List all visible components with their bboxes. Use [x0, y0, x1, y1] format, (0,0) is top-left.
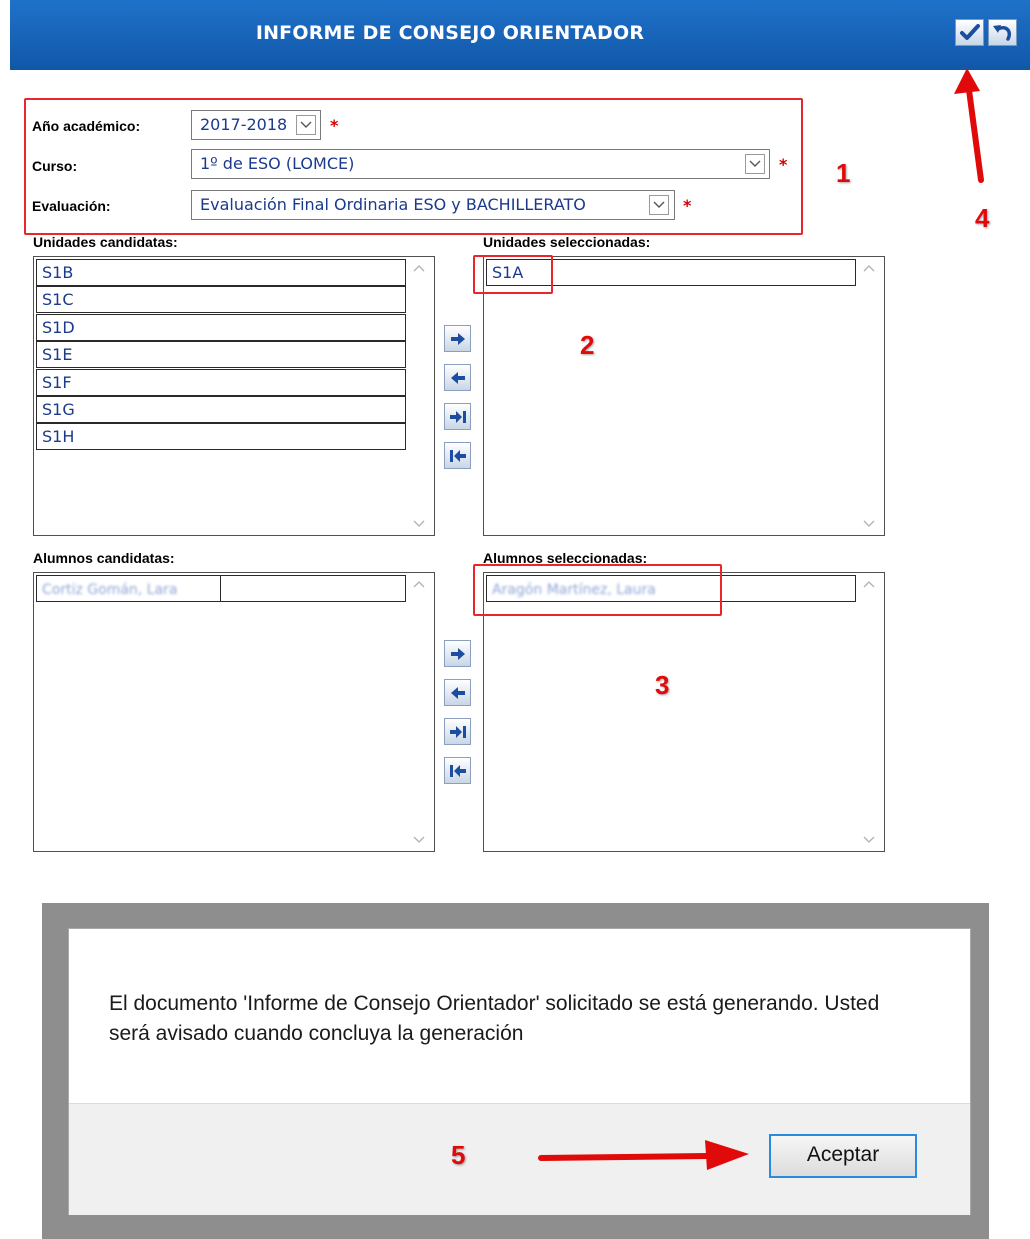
move-all-left-icon	[449, 764, 466, 777]
scrollbar[interactable]	[405, 574, 433, 850]
arrow-left-icon	[450, 371, 465, 384]
add-unit-button[interactable]	[444, 325, 471, 352]
remove-all-units-button[interactable]	[444, 442, 471, 469]
undo-icon	[992, 24, 1011, 41]
dialog: El documento 'Informe de Consejo Orienta…	[68, 928, 971, 1215]
list-item[interactable]: S1D	[36, 313, 406, 341]
units-selected-list[interactable]: S1A	[483, 256, 885, 536]
chevron-up-icon	[863, 581, 875, 588]
annotation-arrow	[538, 1140, 749, 1170]
chevron-down-icon	[413, 520, 425, 527]
accept-button[interactable]: Aceptar	[769, 1134, 917, 1178]
student-name: Cortiz Gomán, Lara	[42, 582, 178, 598]
annotation-4: 4	[975, 203, 990, 233]
list-item[interactable]: S1B	[36, 259, 406, 286]
annotation-3: 3	[655, 670, 670, 700]
add-all-units-button[interactable]	[444, 403, 471, 430]
units-selected-label: Unidades seleccionadas:	[483, 234, 651, 250]
annotation-1: 1	[836, 158, 851, 188]
scrollbar[interactable]	[855, 258, 883, 534]
chevron-up-icon	[863, 265, 875, 272]
list-item[interactable]: S1H	[36, 423, 406, 451]
list-item-border	[221, 575, 406, 602]
accept-check-button[interactable]	[955, 19, 984, 46]
chevron-down-icon	[863, 836, 875, 843]
highlight-box-selected-student	[473, 564, 722, 616]
chevron-down-icon	[863, 520, 875, 527]
annotation-5: 5	[451, 1140, 466, 1170]
dialog-footer: 5 Aceptar	[69, 1103, 970, 1215]
students-candidates-list[interactable]: Cortiz Gomán, Lara	[33, 572, 435, 852]
arrow-right-icon	[450, 332, 465, 345]
dialog-message: El documento 'Informe de Consejo Orienta…	[109, 992, 880, 1045]
arrow-left-icon	[450, 686, 465, 699]
units-candidates-list[interactable]: S1B S1C S1D S1E S1F S1G S1H	[33, 256, 435, 536]
remove-student-button[interactable]	[444, 679, 471, 706]
remove-unit-button[interactable]	[444, 364, 471, 391]
add-student-button[interactable]	[444, 640, 471, 667]
scrollbar[interactable]	[855, 574, 883, 850]
units-candidates-label: Unidades candidatas:	[33, 234, 178, 250]
check-icon	[959, 23, 980, 40]
move-all-left-icon	[449, 449, 466, 462]
page-title: INFORME DE CONSEJO ORIENTADOR	[255, 22, 645, 44]
title-bar: INFORME DE CONSEJO ORIENTADOR	[10, 0, 1030, 70]
move-all-right-icon	[449, 410, 466, 423]
list-item[interactable]: S1F	[36, 368, 406, 396]
move-all-right-icon	[449, 725, 466, 738]
annotation-2: 2	[580, 330, 595, 360]
list-item[interactable]: S1G	[36, 396, 406, 423]
list-item[interactable]: S1E	[36, 341, 406, 369]
chevron-down-icon	[413, 836, 425, 843]
chevron-up-icon	[413, 581, 425, 588]
list-item[interactable]: S1C	[36, 286, 406, 314]
annotation-arrow	[954, 68, 984, 183]
highlight-box-form	[24, 98, 803, 235]
undo-button[interactable]	[988, 19, 1017, 46]
scrollbar[interactable]	[405, 258, 433, 534]
arrow-right-icon	[450, 647, 465, 660]
highlight-box-selected-unit	[473, 255, 553, 294]
list-item[interactable]: Cortiz Gomán, Lara	[36, 575, 221, 602]
students-candidates-label: Alumnos candidatas:	[33, 550, 175, 566]
add-all-students-button[interactable]	[444, 718, 471, 745]
remove-all-students-button[interactable]	[444, 757, 471, 784]
chevron-up-icon	[413, 265, 425, 272]
